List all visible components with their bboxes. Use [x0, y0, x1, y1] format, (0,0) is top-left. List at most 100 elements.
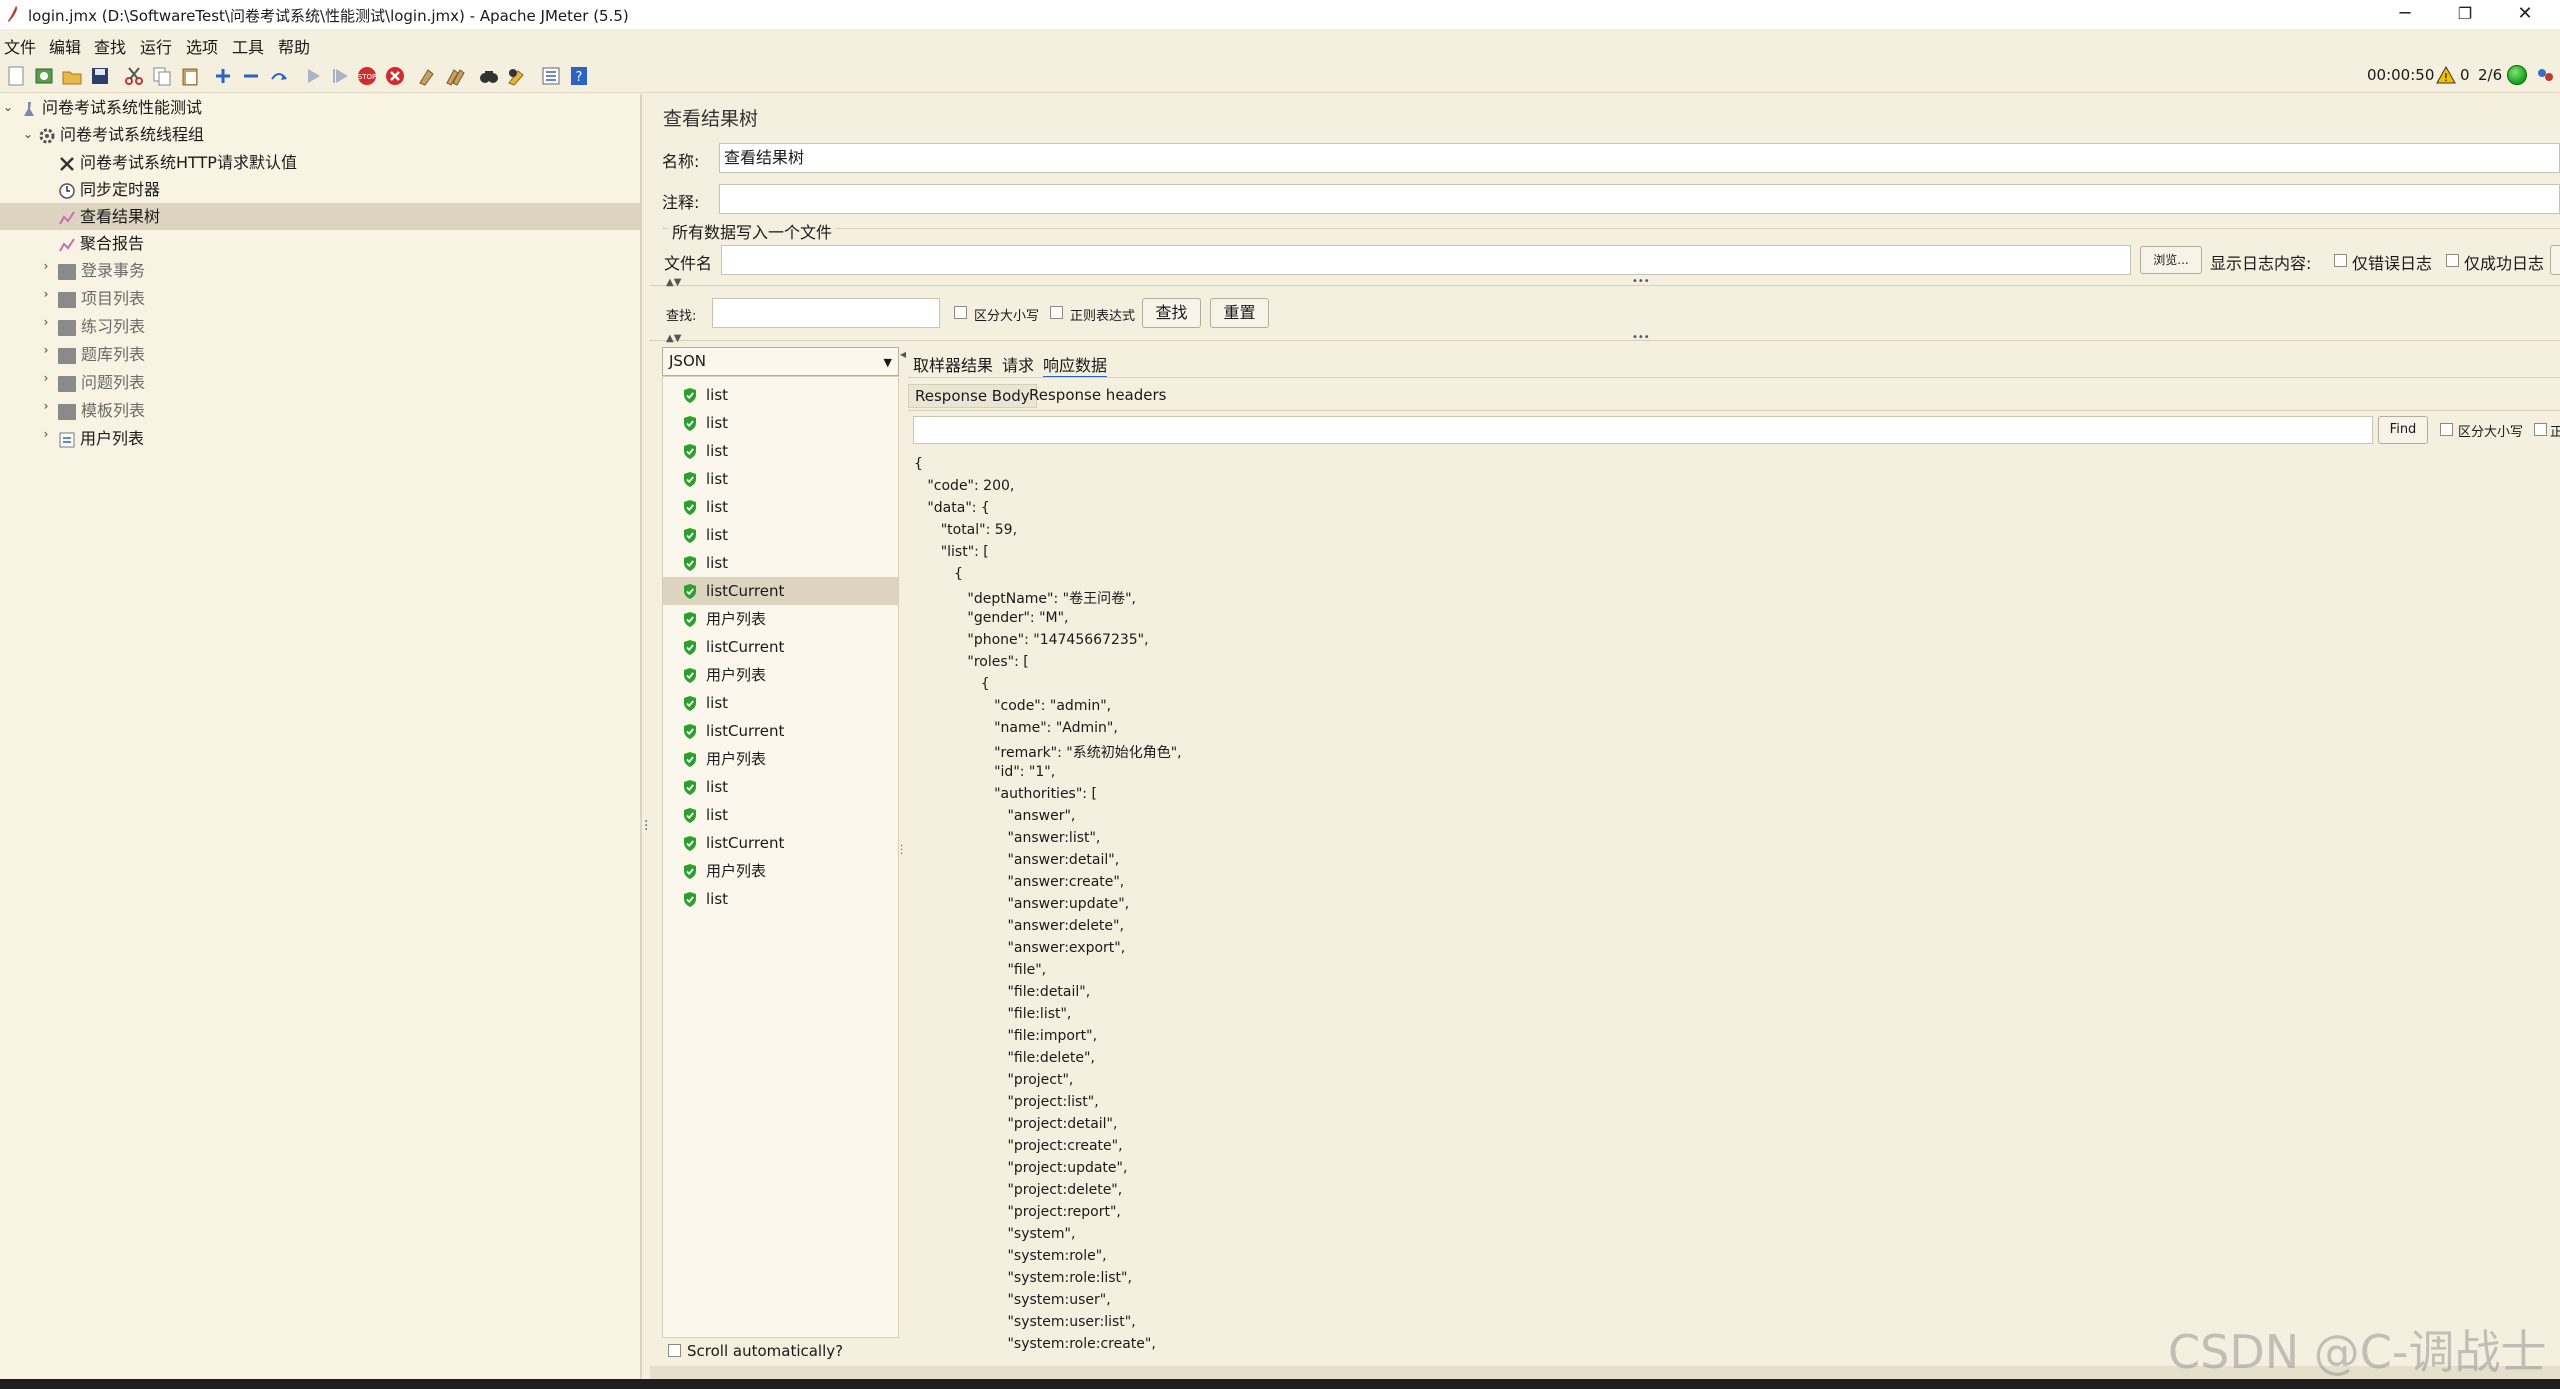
sample-result-item[interactable]: 用户列表 [663, 605, 898, 633]
sample-result-item[interactable]: 用户列表 [663, 661, 898, 689]
errors-only-checkbox[interactable] [2334, 254, 2347, 267]
menu-help[interactable]: 帮助 [278, 34, 310, 58]
chevron-right-icon[interactable]: › [40, 399, 52, 413]
search-button[interactable]: 查找 [1142, 298, 1201, 328]
expand-all-icon[interactable] [212, 65, 234, 87]
collapse-left-icon[interactable]: ◂ [900, 347, 906, 361]
find-regex-checkbox[interactable] [2534, 423, 2547, 436]
browse-button[interactable]: 浏览... [2140, 246, 2202, 274]
tree-node-controller[interactable]: 问题列表 [58, 369, 145, 396]
remote-start-icon[interactable] [2535, 65, 2555, 85]
splitter-grip[interactable]: · · · [900, 842, 903, 860]
tab-response-body[interactable]: Response Body [908, 384, 1037, 408]
tab-sampler-result[interactable]: 取样器结果 [913, 352, 993, 376]
comment-field[interactable] [719, 184, 2560, 214]
chevron-right-icon[interactable]: › [40, 315, 52, 329]
chevron-down-icon[interactable]: ⌄ [2, 100, 14, 114]
tree-node-controller[interactable]: 登录事务 [58, 257, 145, 284]
name-field[interactable]: 查看结果树 [719, 143, 2560, 173]
tab-request[interactable]: 请求 [1002, 352, 1034, 376]
tree-node-aggregate-report[interactable]: 聚合报告 [58, 230, 144, 257]
tab-response-data[interactable]: 响应数据 [1043, 352, 1108, 378]
restore-button[interactable]: ❐ [2435, 0, 2495, 29]
splitter-grip[interactable]: ••• [1632, 276, 1650, 287]
regex-checkbox[interactable] [1050, 306, 1063, 319]
sample-result-item[interactable]: listCurrent [663, 717, 898, 745]
close-button[interactable]: ✕ [2495, 0, 2555, 29]
sample-result-item[interactable]: list [663, 465, 898, 493]
menu-file[interactable]: 文件 [4, 34, 36, 58]
function-helper-icon[interactable] [540, 65, 562, 87]
sample-result-item[interactable]: 用户列表 [663, 857, 898, 885]
menu-run[interactable]: 运行 [140, 34, 172, 58]
paste-icon[interactable] [179, 65, 201, 87]
sample-result-item[interactable]: list [663, 381, 898, 409]
toggle-icon[interactable] [268, 65, 290, 87]
stop-icon[interactable]: STOP [356, 65, 378, 87]
sample-result-item[interactable]: list [663, 437, 898, 465]
renderer-select[interactable]: JSON ▼ [662, 347, 899, 376]
sample-result-item[interactable]: list [663, 521, 898, 549]
menu-edit[interactable]: 编辑 [49, 34, 81, 58]
tab-response-headers[interactable]: Response headers [1029, 386, 1166, 404]
sample-result-list[interactable]: list list list list list list list listCurrent 用… [662, 376, 899, 1338]
search-field[interactable] [712, 298, 940, 328]
chevron-right-icon[interactable]: › [40, 371, 52, 385]
sample-result-item[interactable]: 用户列表 [663, 745, 898, 773]
minimize-button[interactable]: ─ [2375, 0, 2435, 29]
tree-node-controller[interactable]: 题库列表 [58, 341, 145, 368]
cut-icon[interactable] [123, 65, 145, 87]
help-icon[interactable]: ? [568, 65, 590, 87]
clear-icon[interactable] [416, 65, 438, 87]
case-sensitive-checkbox[interactable] [954, 306, 967, 319]
tree-node-thread-group[interactable]: 问卷考试系统线程组 [38, 121, 204, 148]
tree-node-controller[interactable]: 项目列表 [58, 285, 145, 312]
sample-result-item[interactable]: list [663, 885, 898, 913]
tree-node-view-results-tree[interactable]: 查看结果树 [0, 203, 640, 230]
sample-result-item[interactable]: list [663, 801, 898, 829]
sample-result-item[interactable]: listCurrent [663, 829, 898, 857]
chevron-right-icon[interactable]: › [40, 427, 52, 441]
sample-result-item[interactable]: listCurrent [663, 633, 898, 661]
collapse-arrows-icon[interactable]: ▲▼ [666, 333, 681, 344]
reset-search-icon[interactable] [506, 65, 528, 87]
search-icon[interactable] [478, 65, 500, 87]
open-icon[interactable] [61, 65, 83, 87]
find-button[interactable]: Find [2378, 416, 2428, 444]
find-case-checkbox[interactable] [2440, 423, 2453, 436]
response-body-viewer[interactable]: { "code": 200, "data": { "total": 59, "l… [908, 456, 2560, 1366]
configure-button[interactable] [2550, 245, 2560, 275]
success-only-checkbox[interactable] [2446, 254, 2459, 267]
clear-all-icon[interactable] [444, 65, 466, 87]
tree-node-test-plan[interactable]: 问卷考试系统性能测试 [20, 94, 202, 121]
chevron-right-icon[interactable]: › [40, 287, 52, 301]
collapse-all-icon[interactable] [240, 65, 262, 87]
sample-result-item[interactable]: list [663, 493, 898, 521]
sample-result-item[interactable]: list [663, 409, 898, 437]
tree-node-sync-timer[interactable]: 同步定时器 [58, 176, 160, 203]
find-field[interactable] [913, 416, 2373, 444]
start-no-pause-icon[interactable] [330, 65, 352, 87]
splitter-grip[interactable]: ••• [1632, 332, 1650, 343]
file-name-field[interactable] [721, 245, 2131, 275]
vertical-splitter[interactable]: · · · [642, 94, 650, 1379]
chevron-down-icon[interactable]: ⌄ [22, 127, 34, 141]
tree-node-controller[interactable]: 练习列表 [58, 313, 145, 340]
menu-tools[interactable]: 工具 [232, 34, 264, 58]
chevron-right-icon[interactable]: › [40, 343, 52, 357]
warning-icon[interactable]: ! [2436, 65, 2456, 85]
reset-button[interactable]: 重置 [1210, 298, 1269, 328]
copy-icon[interactable] [151, 65, 173, 87]
test-plan-tree[interactable]: ⌄ 问卷考试系统性能测试 ⌄ 问卷考试系统线程组 问卷考试系统HTTP请求默认值… [0, 94, 642, 1379]
sample-result-item[interactable]: listCurrent [663, 577, 898, 605]
tree-node-controller[interactable]: 模板列表 [58, 397, 145, 424]
menu-options[interactable]: 选项 [186, 34, 218, 58]
start-icon[interactable] [302, 65, 324, 87]
sample-result-item[interactable]: list [663, 689, 898, 717]
tree-node-controller[interactable]: 用户列表 [58, 425, 144, 452]
sample-result-item[interactable]: list [663, 773, 898, 801]
scroll-auto-checkbox[interactable] [668, 1344, 681, 1357]
menu-search[interactable]: 查找 [94, 34, 126, 58]
collapse-arrows-icon[interactable]: ▲▼ [666, 277, 681, 288]
shutdown-icon[interactable] [384, 65, 406, 87]
